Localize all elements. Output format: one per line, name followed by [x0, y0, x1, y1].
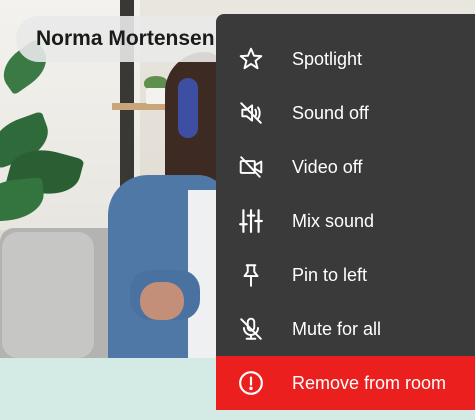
- menu-item-pin-to-left[interactable]: Pin to left: [216, 248, 475, 302]
- menu-item-label: Video off: [292, 156, 363, 177]
- participant-context-menu: Spotlight Sound off Video off Mix sound …: [216, 14, 475, 410]
- menu-item-mute-for-all[interactable]: Mute for all: [216, 302, 475, 356]
- alert-circle-icon: [236, 368, 266, 398]
- star-icon: [236, 44, 266, 74]
- menu-item-spotlight[interactable]: Spotlight: [216, 32, 475, 86]
- camera-off-icon: [236, 152, 266, 182]
- menu-item-label: Mute for all: [292, 318, 382, 339]
- menu-item-label: Mix sound: [292, 210, 375, 231]
- speaker-off-icon: [236, 98, 266, 128]
- plant-pot: [146, 88, 166, 104]
- menu-item-label: Remove from room: [292, 372, 447, 393]
- menu-item-sound-off[interactable]: Sound off: [216, 86, 475, 140]
- mic-off-icon: [236, 314, 266, 344]
- headphones: [178, 78, 198, 138]
- menu-item-label: Spotlight: [292, 48, 363, 69]
- participant-name: Norma Mortensen: [36, 27, 215, 50]
- menu-item-mix-sound[interactable]: Mix sound: [216, 194, 475, 248]
- pin-icon: [236, 260, 266, 290]
- sliders-icon: [236, 206, 266, 236]
- menu-item-label: Pin to left: [292, 264, 368, 285]
- menu-item-label: Sound off: [292, 102, 369, 123]
- sofa-cushion: [2, 232, 94, 358]
- menu-item-remove-from-room[interactable]: Remove from room: [216, 356, 475, 410]
- participant-hand: [140, 282, 184, 320]
- menu-item-video-off[interactable]: Video off: [216, 140, 475, 194]
